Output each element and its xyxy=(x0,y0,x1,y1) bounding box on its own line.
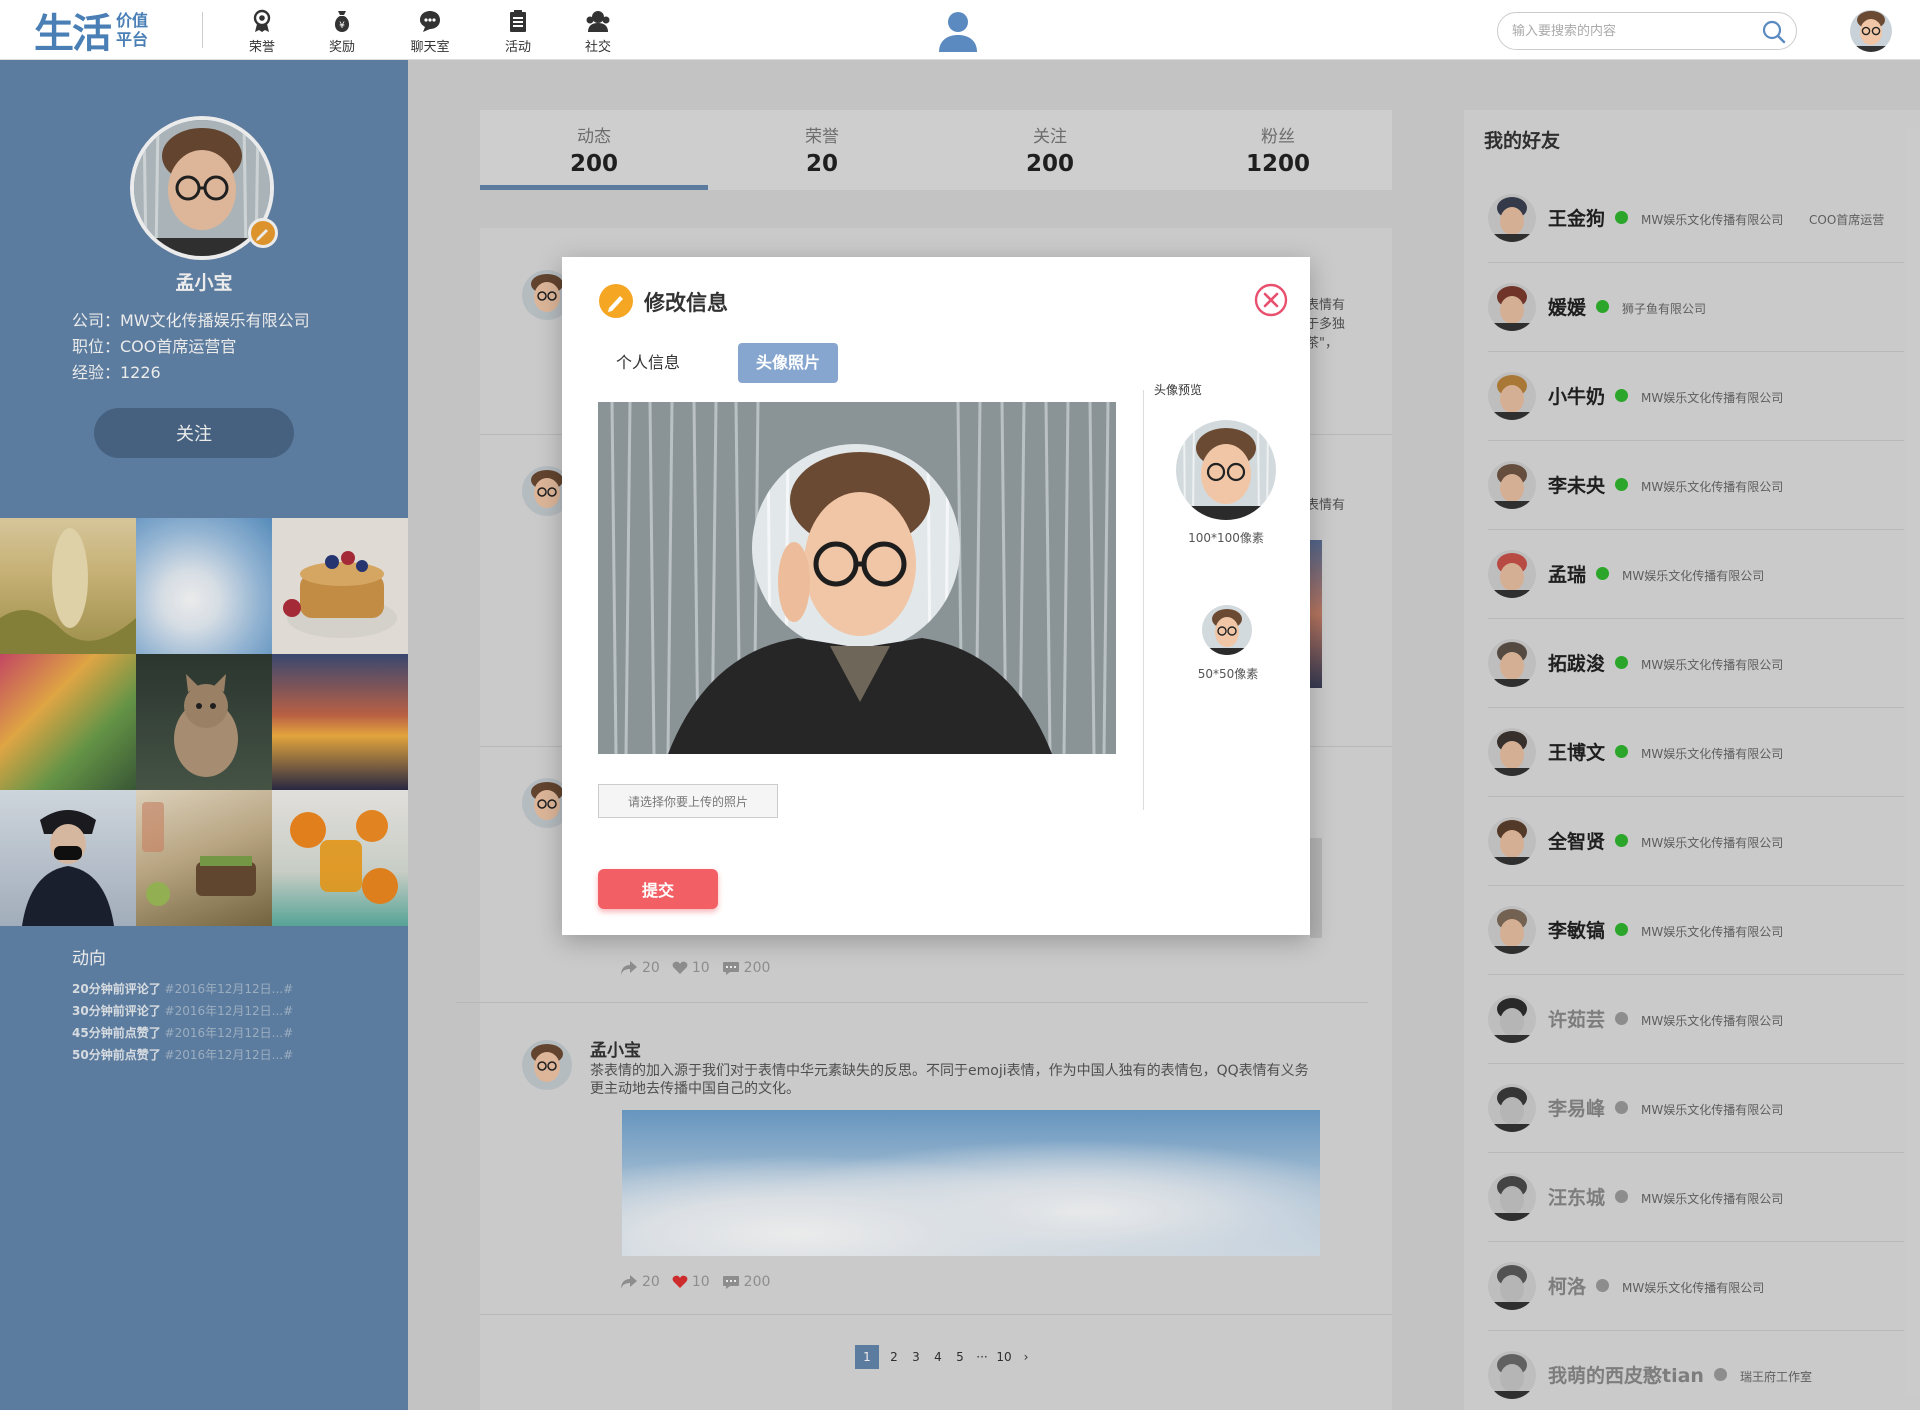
avatar-face-image xyxy=(1850,10,1892,52)
logo-divider xyxy=(202,12,203,48)
modal-title: 修改信息 xyxy=(644,291,728,315)
brand-logo[interactable]: 生活 价值 平台 xyxy=(34,6,149,57)
current-user-avatar[interactable] xyxy=(1850,10,1892,52)
avatar-face-image xyxy=(1202,605,1252,655)
nav-item-chatroom[interactable]: 聊天室 xyxy=(390,8,470,55)
top-bar: 生活 价值 平台 荣誉 ¥ 奖励 聊天室 活动 社交 xyxy=(0,0,1920,60)
nav-label: 荣誉 xyxy=(248,40,275,55)
search-icon[interactable] xyxy=(1762,20,1786,44)
preview-large-label: 100*100像素 xyxy=(1188,531,1264,545)
tab-avatar-photo[interactable]: 头像照片 xyxy=(738,343,838,383)
close-icon[interactable] xyxy=(1254,283,1288,317)
nav-label: 活动 xyxy=(504,40,531,55)
search-box xyxy=(1497,12,1797,50)
medal-icon xyxy=(253,9,271,32)
nav-item-activity[interactable]: 活动 xyxy=(478,8,558,55)
nav-item-social[interactable]: 社交 xyxy=(558,8,638,55)
avatar-preview-small xyxy=(1202,605,1252,655)
preview-divider xyxy=(1143,390,1144,810)
nav-item-honor[interactable]: 荣誉 xyxy=(222,8,302,55)
nav-label: 聊天室 xyxy=(410,40,450,55)
nav-label: 社交 xyxy=(584,40,611,55)
avatar-crop-area[interactable] xyxy=(598,402,1116,754)
search-input[interactable] xyxy=(1512,21,1752,41)
logo-bottom-text: 平台 xyxy=(116,30,149,49)
clipboard-icon xyxy=(510,10,526,32)
crop-photo-image xyxy=(598,402,1116,754)
tab-personal-info[interactable]: 个人信息 xyxy=(598,343,698,383)
preview-title: 头像预览 xyxy=(1154,383,1203,397)
group-icon xyxy=(586,11,610,32)
avatar-face-image xyxy=(1176,420,1276,520)
upload-photo-button[interactable]: 请选择你要上传的照片 xyxy=(598,784,778,818)
nav-label: 奖励 xyxy=(328,40,355,55)
avatar-preview-large xyxy=(1176,420,1276,520)
nav-item-reward[interactable]: ¥ 奖励 xyxy=(302,8,382,55)
preview-small-label: 50*50像素 xyxy=(1197,667,1259,681)
pencil-icon xyxy=(599,284,633,318)
edit-info-modal: 修改信息 个人信息 头像照片 头像预览 100*100像素 50*50像素 请选… xyxy=(562,257,1310,935)
money-bag-icon: ¥ xyxy=(334,11,350,32)
svg-text:¥: ¥ xyxy=(339,21,345,31)
logo-top-text: 价值 xyxy=(116,11,149,30)
chat-bubble-icon xyxy=(420,11,440,32)
logo-main-text: 生活 xyxy=(34,10,112,57)
submit-button[interactable]: 提交 xyxy=(598,869,718,909)
user-profile-icon[interactable] xyxy=(938,10,978,54)
main-nav: 荣誉 ¥ 奖励 聊天室 活动 社交 xyxy=(222,8,638,55)
